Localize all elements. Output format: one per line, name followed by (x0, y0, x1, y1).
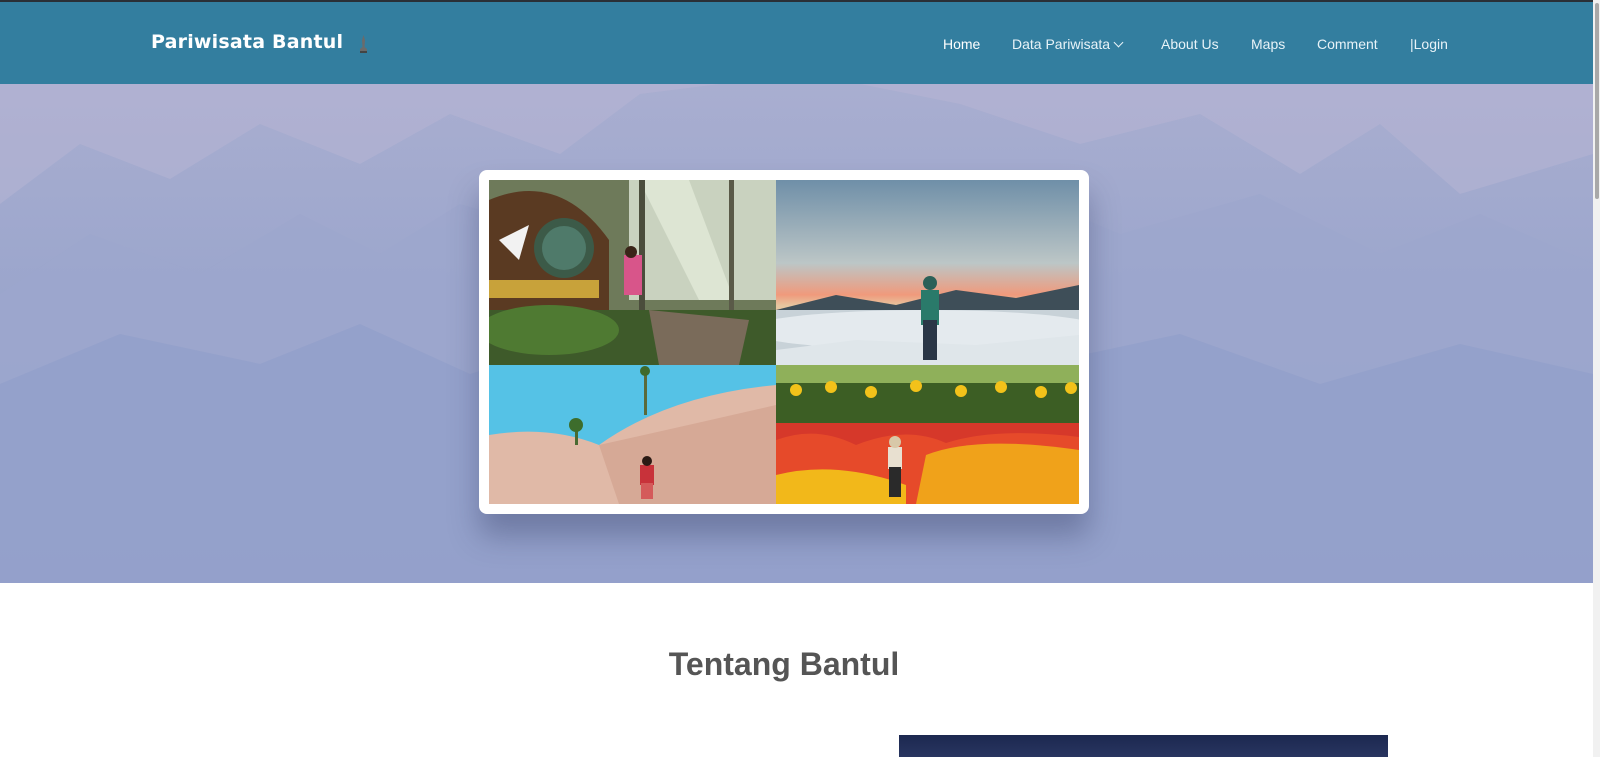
about-image (899, 735, 1388, 757)
nav-about-us[interactable]: About Us (1161, 36, 1219, 52)
navbar: Pariwisata Bantul Home Data Pariwisata A… (0, 0, 1593, 84)
main-nav: Home Data Pariwisata About Us Maps Comme… (0, 36, 1600, 56)
collage-image-flowers (776, 365, 1079, 504)
destination-collage (479, 170, 1089, 514)
hero-banner (0, 84, 1593, 583)
scrollbar-thumb[interactable] (1595, 3, 1599, 199)
nav-data-pariwisata-label: Data Pariwisata (1012, 36, 1111, 52)
collage-image-forest (489, 180, 776, 365)
chevron-down-icon (1113, 37, 1124, 48)
nav-comment[interactable]: Comment (1317, 36, 1378, 52)
nav-home[interactable]: Home (943, 36, 980, 52)
nav-data-pariwisata[interactable]: Data Pariwisata (1012, 36, 1124, 52)
nav-login[interactable]: |Login (1410, 36, 1448, 52)
about-section-title: Tentang Bantul (668, 646, 900, 682)
nav-maps[interactable]: Maps (1251, 36, 1285, 52)
collage-image-sunrise (776, 180, 1079, 365)
collage-image-dunes (489, 365, 776, 504)
